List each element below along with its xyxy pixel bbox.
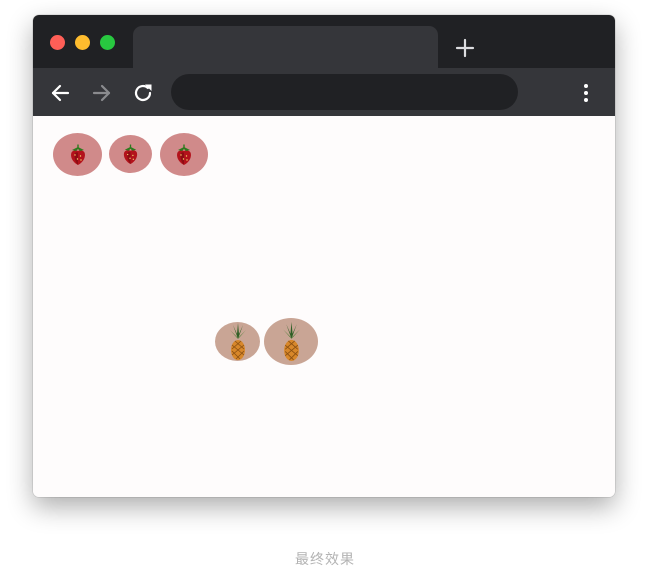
plus-icon [455, 38, 475, 58]
stage: 最终效果 [0, 0, 650, 584]
reload-icon [134, 84, 152, 102]
strawberry-icon [123, 144, 138, 164]
strawberry-icon [70, 144, 85, 165]
strawberry-item[interactable] [160, 133, 208, 176]
strawberry-icon [177, 144, 191, 165]
browser-menu-button[interactable] [573, 80, 599, 106]
new-tab-button[interactable] [454, 37, 476, 59]
arrow-left-icon [51, 84, 70, 102]
forward-button[interactable] [88, 80, 114, 106]
reload-button[interactable] [130, 80, 156, 106]
title-bar [33, 15, 615, 68]
address-bar[interactable] [171, 74, 518, 110]
pineapple-item[interactable] [215, 322, 260, 361]
pineapple-icon [229, 322, 246, 360]
figure-caption: 最终效果 [295, 551, 355, 567]
pineapple-item[interactable] [264, 318, 318, 365]
active-tab[interactable] [133, 26, 438, 68]
pineapple-icon [282, 321, 300, 361]
kebab-menu-icon [584, 84, 588, 102]
arrow-right-icon [92, 84, 111, 102]
strawberry-item[interactable] [53, 133, 102, 176]
browser-window [33, 15, 615, 497]
close-window-button[interactable] [50, 35, 65, 50]
page-content [33, 116, 615, 497]
maximize-window-button[interactable] [100, 35, 115, 50]
toolbar [33, 68, 615, 116]
back-button[interactable] [48, 80, 74, 106]
strawberry-item[interactable] [109, 135, 152, 173]
minimize-window-button[interactable] [75, 35, 90, 50]
